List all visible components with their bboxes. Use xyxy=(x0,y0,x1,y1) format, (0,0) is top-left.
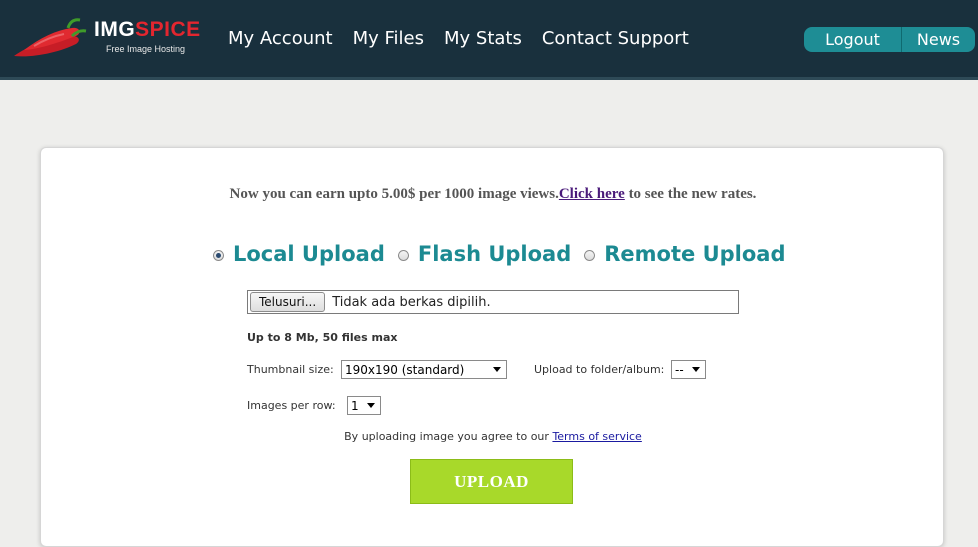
folder-label: Upload to folder/album: xyxy=(534,363,665,376)
thumbnail-size-label: Thumbnail size: xyxy=(247,363,334,376)
site-logo[interactable]: IMGSPICE Free Image Hosting xyxy=(10,16,200,62)
chili-pepper-logo-icon xyxy=(14,18,87,57)
upload-limit-text: Up to 8 Mb, 50 files max xyxy=(247,331,398,344)
file-input[interactable]: Telusuri... Tidak ada berkas dipilih. xyxy=(247,290,739,314)
flash-upload-label[interactable]: Flash Upload xyxy=(418,242,571,266)
terms-notice: By uploading image you agree to our Term… xyxy=(344,430,642,443)
remote-upload-label[interactable]: Remote Upload xyxy=(604,242,785,266)
header-bar: IMGSPICE Free Image Hosting My Account M… xyxy=(0,0,978,80)
nav-contact-support[interactable]: Contact Support xyxy=(542,28,689,49)
chevron-down-icon xyxy=(367,403,375,408)
upload-card: Now you can earn upto 5.00$ per 1000 ima… xyxy=(40,147,944,547)
logout-button[interactable]: Logout xyxy=(804,30,901,49)
nav-my-account[interactable]: My Account xyxy=(228,28,333,49)
browse-button[interactable]: Telusuri... xyxy=(250,292,326,312)
rates-link[interactable]: Click here xyxy=(559,186,625,202)
thumbnail-size-select[interactable]: 190x190 (standard) xyxy=(341,360,507,379)
folder-select[interactable]: -- xyxy=(671,360,706,379)
promo-message: Now you can earn upto 5.00$ per 1000 ima… xyxy=(229,186,757,202)
local-upload-radio[interactable] xyxy=(213,249,224,261)
images-per-row-select[interactable]: 1 xyxy=(347,396,381,415)
news-button[interactable]: News xyxy=(902,30,975,49)
account-pill: Logout News xyxy=(804,27,975,52)
mode-remote-upload[interactable]: Remote Upload xyxy=(584,242,785,266)
terms-of-service-link[interactable]: Terms of service xyxy=(552,430,641,443)
mode-local-upload[interactable]: Local Upload xyxy=(213,242,385,266)
remote-upload-radio[interactable] xyxy=(584,249,596,261)
file-status-text: Tidak ada berkas dipilih. xyxy=(332,294,491,310)
nav-my-stats[interactable]: My Stats xyxy=(444,28,522,49)
brand-tagline: Free Image Hosting xyxy=(106,44,186,54)
chevron-down-icon xyxy=(692,367,700,372)
local-upload-label[interactable]: Local Upload xyxy=(233,242,385,266)
brand-name: IMGSPICE xyxy=(94,18,201,41)
nav-my-files[interactable]: My Files xyxy=(353,28,424,49)
upload-button[interactable]: UPLOAD xyxy=(410,459,573,504)
upload-mode-selector: Local Upload Flash Upload Remote Upload xyxy=(213,242,798,266)
main-nav: My Account My Files My Stats Contact Sup… xyxy=(228,28,689,49)
chevron-down-icon xyxy=(493,367,501,372)
mode-flash-upload[interactable]: Flash Upload xyxy=(397,242,571,266)
images-per-row-label: Images per row: xyxy=(247,399,336,412)
flash-upload-radio[interactable] xyxy=(397,249,409,261)
